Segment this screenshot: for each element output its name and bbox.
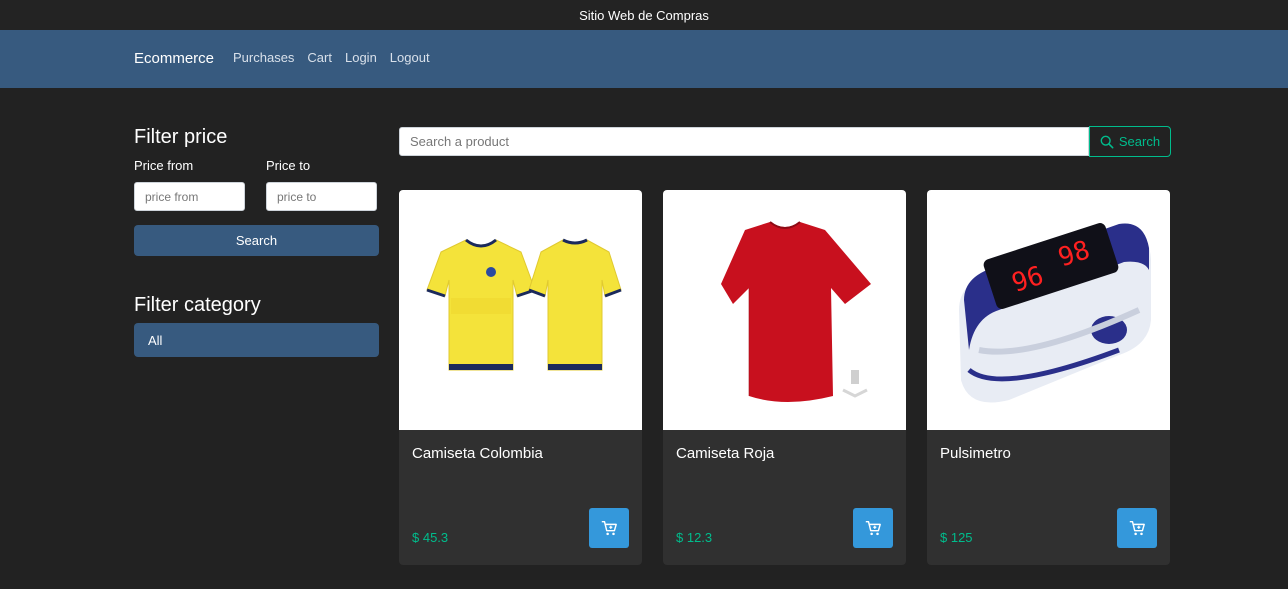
- product-card[interactable]: Camiseta Colombia $ 45.3: [399, 190, 642, 565]
- price-from-label: Price from: [134, 158, 194, 173]
- filter-category-title: Filter category: [134, 294, 261, 316]
- product-name[interactable]: Pulsimetro: [940, 445, 1011, 462]
- navbar: Ecommerce Purchases Cart Login Logout: [0, 30, 1288, 88]
- category-item-all[interactable]: All: [134, 323, 379, 357]
- cart-icon: [864, 519, 882, 537]
- window-title: Sitio Web de Compras: [579, 7, 709, 23]
- add-to-cart-button[interactable]: [589, 508, 629, 548]
- search-icon: [1100, 135, 1114, 149]
- nav-link-login[interactable]: Login: [345, 50, 377, 65]
- brand-link[interactable]: Ecommerce: [134, 50, 214, 67]
- price-to-label: Price to: [266, 158, 311, 173]
- add-to-cart-button[interactable]: [853, 508, 893, 548]
- product-search-input[interactable]: [399, 127, 1089, 156]
- cart-icon: [600, 519, 618, 537]
- nav-link-logout[interactable]: Logout: [390, 50, 430, 65]
- price-to-input[interactable]: [266, 182, 377, 211]
- search-button-label: Search: [1118, 134, 1161, 149]
- product-image[interactable]: [399, 190, 642, 430]
- add-to-cart-button[interactable]: [1117, 508, 1157, 548]
- nav-link-cart[interactable]: Cart: [307, 50, 332, 65]
- product-name[interactable]: Camiseta Roja: [676, 445, 774, 462]
- cart-icon: [1128, 519, 1146, 537]
- product-price: $ 45.3: [412, 530, 449, 545]
- product-card[interactable]: 96 98 Pulsimetro $ 125: [927, 190, 1170, 565]
- price-search-button[interactable]: Search: [134, 225, 379, 256]
- product-image[interactable]: [663, 190, 906, 430]
- nav-links: Purchases Cart Login Logout: [233, 50, 443, 65]
- product-price: $ 125: [940, 530, 973, 545]
- product-image[interactable]: 96 98: [927, 190, 1170, 430]
- product-card[interactable]: Camiseta Roja $ 12.3: [663, 190, 906, 565]
- product-name[interactable]: Camiseta Colombia: [412, 445, 543, 462]
- product-search-button[interactable]: Search: [1089, 126, 1171, 157]
- price-from-input[interactable]: [134, 182, 245, 211]
- product-price: $ 12.3: [676, 530, 713, 545]
- window-title-bar: Sitio Web de Compras: [0, 0, 1288, 30]
- filter-price-title: Filter price: [134, 126, 228, 148]
- nav-link-purchases[interactable]: Purchases: [233, 50, 294, 65]
